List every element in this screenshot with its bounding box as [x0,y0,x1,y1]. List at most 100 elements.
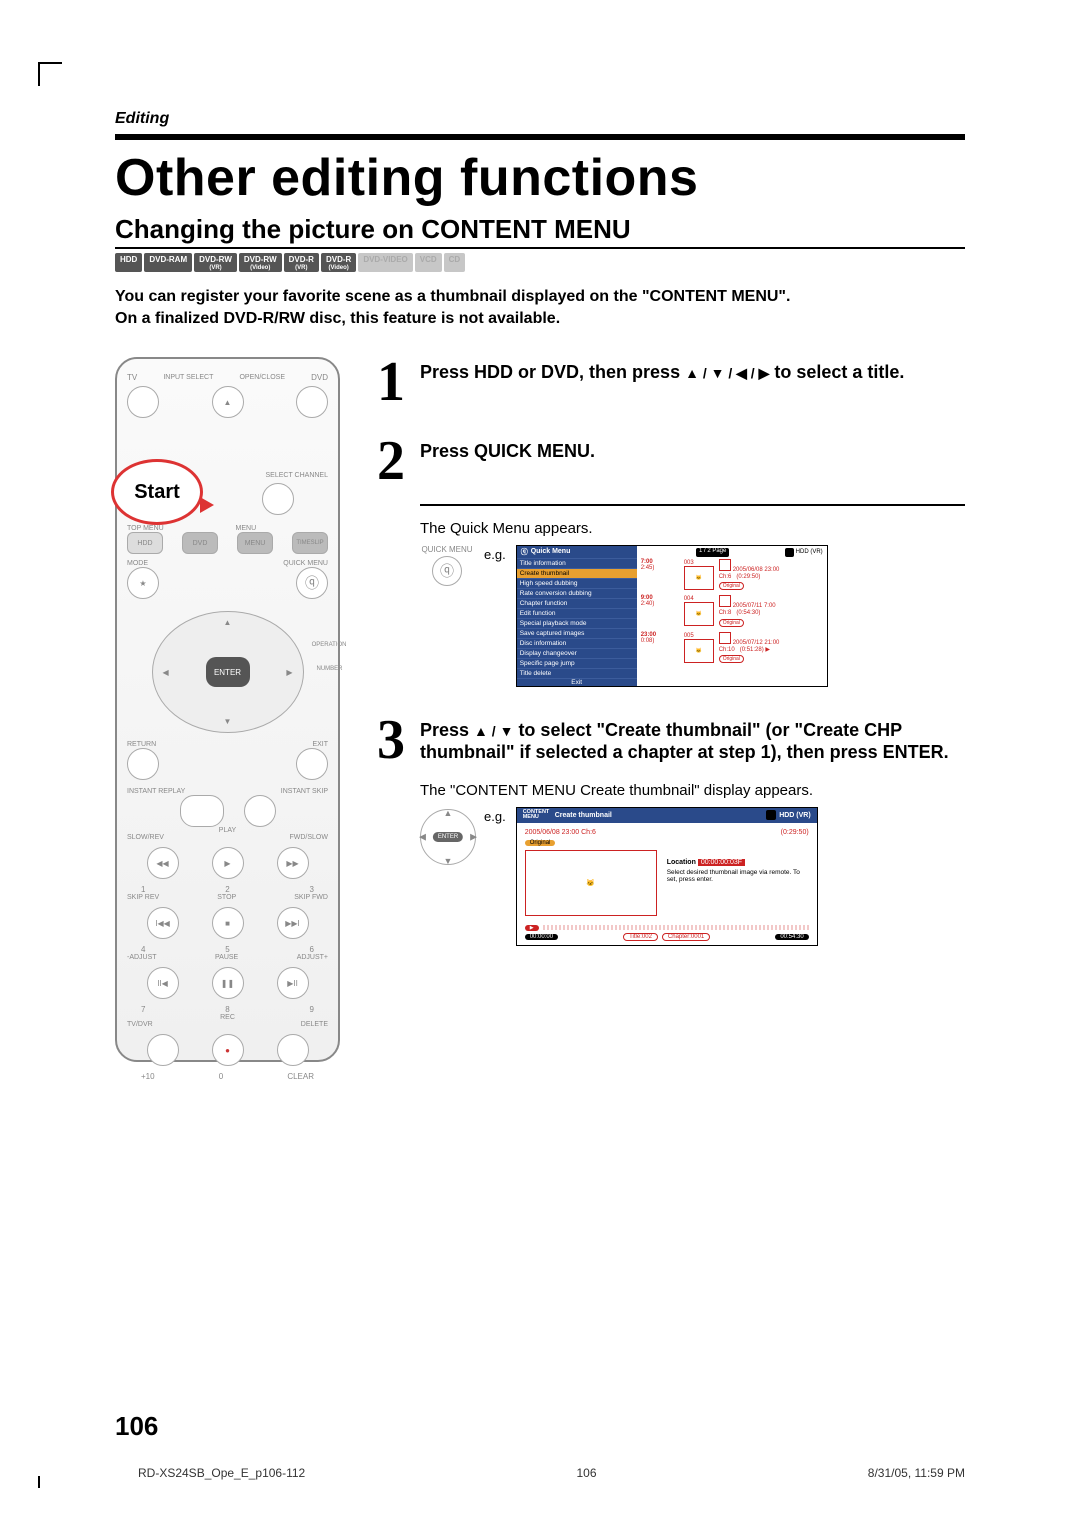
qm-item: High speed dubbing [517,578,637,588]
intro-line1: You can register your favorite scene as … [115,286,965,308]
remote-return: RETURN [127,741,156,748]
qm-item: Rate conversion dubbing [517,588,637,598]
remote-star-icon: ★ [127,567,159,599]
page-number: 106 [115,1411,158,1442]
remote-return-icon [127,748,159,780]
remote-play-label: PLAY [127,827,328,834]
quick-menu-osd: ⓠQuick Menu Title information Create thu… [516,545,828,687]
num-0: 0 [219,1072,223,1081]
qm-item: Save captured images [517,628,637,638]
footer: RD-XS24SB_Ope_E_p106-112 106 8/31/05, 11… [138,1466,965,1480]
remote-exit: EXIT [312,741,328,748]
remote-power-dvd-icon [296,386,328,418]
remote-skip-rev: SKIP REV [127,894,159,901]
remote-pause-icon: ❚❚ [212,967,244,999]
num-3: 3 [310,885,314,894]
qm-item: Title information [517,558,637,568]
osd-qm-header: ⓠQuick Menu [517,546,637,558]
qm-entry: 7:002:45) 003🐱 2005/06/08 23:00Ch:6 (0:2… [641,559,823,591]
osd-th-loc-value: 00:00:00:03F [698,859,745,866]
tv-icon [719,595,731,607]
osd-th-bar-right: 00:54:30 [775,934,808,940]
qm-item: Edit function [517,608,637,618]
remote-btn-chdown-icon [262,483,294,515]
step-2-title: Press QUICK MENU. [420,440,965,463]
qm-entry: 23:000:08) 005🐱 2005/07/12 21:00Ch:10 (0… [641,632,823,664]
remote-ff-icon: ▶▶ [277,847,309,879]
remote-adjust-minus: -ADJUST [127,954,157,961]
qm-item: Title delete [517,668,637,678]
qm-item: Chapter function [517,598,637,608]
remote-enter-button: ENTER [206,657,250,687]
remote-dpad: ▲ ▼ ◀ ▶ OPERATION NUMBER ENTER [152,611,304,733]
remote-menu-button: MENU [237,532,273,554]
tv-icon [719,559,731,571]
remote-instant-skip: INSTANT SKIP [281,788,328,795]
remote-adjplus-icon: ▶II [277,967,309,999]
num-1: 1 [141,885,145,894]
quick-menu-hint-label: QUICK MENU [420,545,474,554]
badge-dvdr-vr: DVD-R(VR) [284,253,319,272]
step3-text-a: Press [420,720,474,740]
remote-dvd-button: DVD [182,532,218,554]
osd-th-preview: 🐱 [525,850,657,916]
remote-input-select: INPUT SELECT [163,374,213,381]
qm-item-selected: Create thumbnail [517,568,637,578]
step-3-title: Press ▲ / ▼ to select "Create thumbnail"… [420,719,965,764]
osd-th-original: Original [525,840,556,846]
remote-adjminus-icon: II◀ [147,967,179,999]
num-8: 8 [225,1005,229,1014]
remote-rew-icon: ◀◀ [147,847,179,879]
num-5: 5 [225,945,229,954]
num-9: 9 [310,1005,314,1014]
remote-delete: DELETE [301,1021,328,1028]
remote-menu: MENU [236,525,257,532]
remote-instant-replay: INSTANT REPLAY [127,788,185,795]
footer-left: RD-XS24SB_Ope_E_p106-112 [138,1466,305,1480]
badge-dvdram: DVD-RAM [144,253,192,272]
step-2-sub: The Quick Menu appears. [420,520,965,537]
badge-hdd: HDD [115,253,142,272]
disc-icon [766,810,776,820]
remote-skiprev-icon: I◀◀ [147,907,179,939]
osd-th-loc-label: Location [667,859,696,866]
mini-dpad-enter: ENTER [433,832,463,842]
remote-delete-icon [277,1034,309,1066]
osd-th-bar-title: Title:002 [623,933,658,941]
num-7: 7 [141,1005,145,1014]
remote-rec-label: REC [127,1014,328,1021]
qm-item: Specific page jump [517,658,637,668]
subtitle: Changing the picture on CONTENT MENU [115,214,965,245]
qm-entry: 9:002:40) 004🐱 2005/07/11 7:00Ch:8 (0:54… [641,595,823,627]
create-thumbnail-osd: CONTENT MENUCreate thumbnail HDD (VR) 20… [516,807,818,946]
eg-label-2: e.g. [484,545,506,562]
eg-label-3: e.g. [484,807,506,824]
intro-text: You can register your favorite scene as … [115,286,965,329]
badge-dvdr-video: DVD-R(Video) [321,253,356,272]
badge-dvdrw-video: DVD-RW(Video) [239,253,282,272]
qm-hdd-label: HDD (VR) [796,549,823,555]
badge-vcd: VCD [415,253,442,272]
remote-dvd-label: DVD [311,373,328,382]
osd-th-timeline [543,925,809,930]
remote-stop-icon: ■ [212,907,244,939]
num-4: 4 [141,945,145,954]
start-callout: Start [111,459,203,525]
remote-skipfwd-icon: ▶▶I [277,907,309,939]
num-2: 2 [225,885,229,894]
qm-exit: Exit [517,678,637,686]
remote-operation-label: OPERATION [312,642,347,648]
quick-menu-icon: ⓠ [432,556,462,586]
osd-th-bar-chapter: Chapter:0001 [662,933,710,941]
step-3: 3 Press ▲ / ▼ to select "Create thumbnai… [372,715,965,946]
disc-icon [785,548,794,557]
remote-top-menu: TOP MENU [127,525,164,532]
step-1-number: 1 [372,357,410,407]
osd-th-bar-left: 00:00:00 [525,934,558,940]
remote-number-label: NUMBER [316,666,342,672]
remote-eject-icon: ▲ [212,386,244,418]
remote-fwd-slow: FWD/SLOW [289,834,328,841]
osd-th-date: 2005/06/08 23:00 Ch:6 [525,829,596,836]
num-6: 6 [310,945,314,954]
num-plus10: +10 [141,1072,155,1081]
